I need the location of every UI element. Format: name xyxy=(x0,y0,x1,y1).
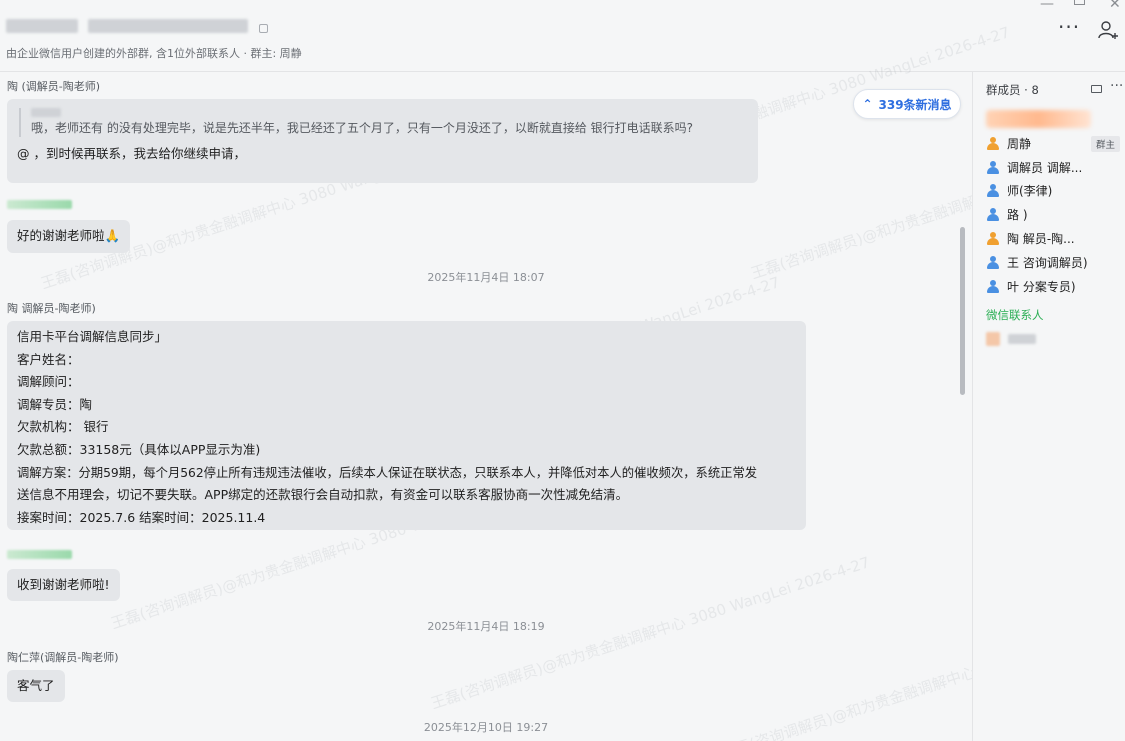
wechat-contact-item[interactable] xyxy=(986,332,1036,346)
message-line: 欠款总额：33158元（具体以APP显示为准) xyxy=(17,441,261,457)
message-bubble[interactable]: 收到谢谢老师啦! xyxy=(7,569,120,601)
avatar xyxy=(986,332,1000,346)
contact-name-blurred xyxy=(1008,334,1036,344)
chat-header: 由企业微信用户创建的外部群, 含1位外部联系人 · 群主: 周静 — ✕ ··· xyxy=(0,0,1125,72)
message-bubble[interactable]: 好的谢谢老师啦🙏 xyxy=(7,220,131,253)
more-options-icon[interactable]: ··· xyxy=(1058,17,1080,37)
member-item[interactable]: 调解员 调解... xyxy=(986,157,1125,177)
wechat-contacts-label: 微信联系人 xyxy=(986,308,1044,322)
person-icon xyxy=(986,231,999,245)
message-text: 收到谢谢老师啦! xyxy=(17,577,110,592)
person-icon xyxy=(986,279,999,293)
person-icon xyxy=(986,160,999,174)
message-line: 客户姓名： xyxy=(17,351,80,367)
message-bubble[interactable]: 哦，老师还有 的没有处理完毕，说是先还半年，我已经还了五个月了，只有一个月没还了… xyxy=(7,99,758,183)
quoted-message: 哦，老师还有 的没有处理完毕，说是先还半年，我已经还了五个月了，只有一个月没还了… xyxy=(19,108,748,137)
search-bar-blurred[interactable] xyxy=(986,110,1091,128)
message-bubble[interactable]: 信用卡平台调解信息同步」 客户姓名： 调解顾问： 调解专员：陶 欠款机构： 银行… xyxy=(7,321,806,530)
message-text: @ ，到时候再联系，我去给你继续申请， xyxy=(17,146,246,161)
double-chevron-up-icon: ⌃ xyxy=(862,97,873,111)
minimize-icon[interactable]: — xyxy=(1040,0,1054,12)
maximize-icon[interactable] xyxy=(1074,0,1085,5)
mail-icon[interactable] xyxy=(1091,85,1102,93)
message-line: 调解顾问： xyxy=(17,374,80,390)
member-count-title: 群成员 · 8 xyxy=(986,83,1039,97)
sender-name-blurred xyxy=(7,550,72,559)
message-text: 好的谢谢老师啦🙏 xyxy=(17,228,121,243)
message-list[interactable]: 王磊(咨询调解员)@和为贵金融调解中心 3080 WangLei 2026-4-… xyxy=(0,23,1125,741)
close-icon[interactable]: ✕ xyxy=(1109,0,1121,12)
new-messages-button[interactable]: ⌃ 339条新消息 xyxy=(853,89,961,119)
message-line: 信用卡平台调解信息同步」 xyxy=(17,329,168,344)
chat-window: 由企业微信用户创建的外部群, 含1位外部联系人 · 群主: 周静 — ✕ ···… xyxy=(0,0,1125,741)
message-line: 调解方案：分期59期，每个月562停止所有违规违法催收，后续本人保证在联状态，只… xyxy=(17,465,758,480)
person-icon xyxy=(986,207,999,221)
message-line: 接案时间：2025.7.6 结案时间：2025.11.4 xyxy=(17,509,266,525)
member-panel: 群成员 · 8 ··· 周静 群主 调解员 调解... 师(李律) 路 ) 陶 xyxy=(972,72,1125,741)
group-title-blurred xyxy=(6,17,248,35)
sender-name-blurred xyxy=(7,200,72,209)
member-item[interactable]: 师(李律) xyxy=(986,180,1125,200)
person-icon xyxy=(986,183,999,197)
member-item[interactable]: 路 ) xyxy=(986,204,1125,224)
more-options-icon[interactable]: ··· xyxy=(1110,78,1123,94)
group-subtitle: 由企业微信用户创建的外部群, 含1位外部联系人 · 群主: 周静 xyxy=(6,47,302,60)
message-line: 调解专员：陶 xyxy=(17,396,93,412)
timestamp: 2025年11月4日 18:19 xyxy=(427,620,545,633)
member-item[interactable]: 王 咨询调解员) xyxy=(986,252,1125,272)
message-text: 客气了 xyxy=(17,678,55,693)
member-item[interactable]: 陶 解员-陶... xyxy=(986,228,1125,248)
message-line: 欠款机构： 银行 xyxy=(17,419,109,435)
message-line: 送信息不用理会，切记不要失联。APP绑定的还款银行会自动扣款，有资金可以联系客服… xyxy=(17,487,629,503)
timestamp: 2025年11月4日 18:07 xyxy=(427,271,545,284)
sender-name: 陶 (调解员-陶老师) xyxy=(7,80,101,93)
lock-icon xyxy=(259,24,268,33)
person-icon xyxy=(986,255,999,269)
scrollbar[interactable] xyxy=(960,227,965,395)
timestamp: 2025年12月10日 19:27 xyxy=(423,721,549,734)
add-member-icon[interactable] xyxy=(1098,20,1118,40)
member-item[interactable]: 叶 分案专员) xyxy=(986,276,1125,296)
message-bubble[interactable]: 客气了 xyxy=(7,670,65,702)
person-icon xyxy=(986,136,999,150)
sender-name: 陶 调解员-陶老师) xyxy=(7,302,96,315)
owner-badge: 群主 xyxy=(1091,136,1121,152)
sender-name: 陶仁萍(调解员-陶老师) xyxy=(7,651,119,664)
